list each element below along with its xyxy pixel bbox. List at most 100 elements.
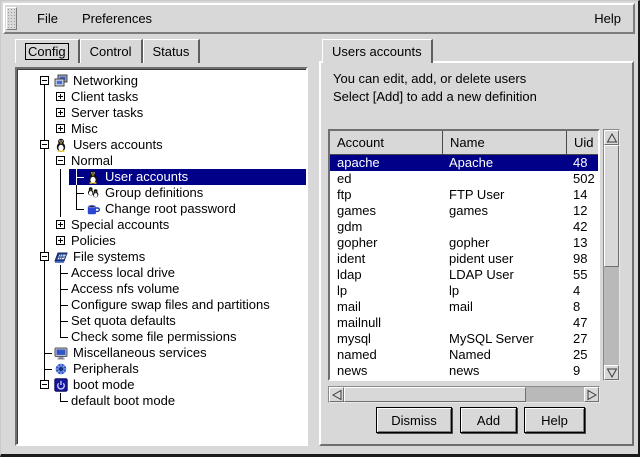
cell-uid: 48	[566, 155, 598, 171]
cell-account: named	[330, 347, 442, 363]
vertical-scrollbar[interactable]	[603, 129, 620, 381]
tab-control-label: Control	[90, 44, 132, 59]
tab-control[interactable]: Control	[80, 39, 143, 63]
tree-item[interactable]: default boot mode	[17, 393, 306, 409]
expand-icon[interactable]	[53, 89, 69, 105]
tab-status[interactable]: Status	[143, 39, 201, 63]
tree-item-label: Policies	[69, 233, 116, 249]
cell-uid: 502	[566, 171, 598, 187]
scroll-right-button[interactable]	[584, 387, 599, 402]
expand-icon[interactable]	[53, 121, 69, 137]
tree-item[interactable]: Change root password	[17, 201, 306, 217]
help-button[interactable]: Help	[524, 407, 585, 433]
branch-connector	[53, 313, 69, 329]
tree-item-label: Configure swap files and partitions	[69, 297, 270, 313]
menu-grip-handle[interactable]	[6, 7, 17, 30]
horizontal-scrollbar-thumb[interactable]	[344, 387, 526, 402]
cell-name: gopher	[442, 235, 566, 251]
cell-account: ident	[330, 251, 442, 267]
tree-item[interactable]: Peripherals	[17, 361, 306, 377]
tree-item-label: boot mode	[71, 377, 134, 393]
arrow-right-icon	[586, 389, 598, 401]
tree-item[interactable]: Configure swap files and partitions	[17, 297, 306, 313]
branch-connector	[53, 297, 69, 313]
tree-item[interactable]: boot mode	[17, 377, 306, 393]
expand-icon[interactable]	[53, 217, 69, 233]
cell-uid: 12	[566, 203, 598, 219]
collapse-icon[interactable]	[53, 153, 69, 169]
scroll-down-button[interactable]	[604, 365, 619, 380]
table-row[interactable]: namedNamed25	[330, 347, 598, 363]
table-row[interactable]: gophergopher13	[330, 235, 598, 251]
tree-item-label: Access nfs volume	[69, 281, 179, 297]
add-button[interactable]: Add	[460, 407, 517, 433]
collapse-icon[interactable]	[37, 377, 53, 393]
tree-item[interactable]: Special accounts	[17, 217, 306, 233]
table-row[interactable]: apacheApache48	[330, 155, 598, 171]
table-row[interactable]: mailnull47	[330, 315, 598, 331]
tree-guide	[37, 217, 53, 233]
tree-item[interactable]: Policies	[17, 233, 306, 249]
tree-guide	[53, 201, 69, 217]
mug-icon	[85, 202, 101, 216]
cell-name	[442, 315, 566, 331]
tree-item[interactable]: Access local drive	[17, 265, 306, 281]
horizontal-scrollbar[interactable]	[328, 386, 600, 403]
table-row[interactable]: ed502	[330, 171, 598, 187]
cell-name: MySQL Server	[442, 331, 566, 347]
column-header-uid[interactable]: Uid	[566, 131, 598, 154]
accounts-table-header: Account Name Uid	[330, 131, 598, 155]
expand-icon[interactable]	[53, 105, 69, 121]
expand-icon[interactable]	[53, 233, 69, 249]
tree-item[interactable]: Networking	[17, 73, 306, 89]
scroll-left-button[interactable]	[329, 387, 344, 402]
cell-account: gopher	[330, 235, 442, 251]
vertical-scrollbar-thumb[interactable]	[604, 145, 619, 267]
tree-item[interactable]: User accounts	[17, 169, 306, 185]
tree-item[interactable]: File systems	[17, 249, 306, 265]
table-row[interactable]: newsnews9	[330, 363, 598, 379]
column-header-name[interactable]: Name	[442, 131, 566, 154]
menu-preferences[interactable]: Preferences	[70, 9, 164, 28]
tree-item[interactable]: Set quota defaults	[17, 313, 306, 329]
table-row[interactable]: ldapLDAP User55	[330, 267, 598, 283]
table-row[interactable]: mysqlMySQL Server27	[330, 331, 598, 347]
collapse-icon[interactable]	[37, 137, 53, 153]
column-header-account[interactable]: Account	[330, 131, 442, 154]
collapse-icon[interactable]	[37, 73, 53, 89]
cell-uid: 13	[566, 235, 598, 251]
tab-config[interactable]: Config	[15, 39, 80, 63]
tree-item[interactable]: Client tasks	[17, 89, 306, 105]
tree-item[interactable]: Misc	[17, 121, 306, 137]
table-row[interactable]: gdm42	[330, 219, 598, 235]
tab-users-accounts-label: Users accounts	[332, 44, 422, 59]
cell-uid: 8	[566, 299, 598, 315]
table-row[interactable]: gamesgames12	[330, 203, 598, 219]
table-row[interactable]: identpident user98	[330, 251, 598, 267]
table-row[interactable]: mailmail8	[330, 299, 598, 315]
tab-users-accounts[interactable]: Users accounts	[322, 39, 433, 63]
tree-item[interactable]: Normal	[17, 153, 306, 169]
menu-file[interactable]: File	[25, 9, 70, 28]
menu-bar: File Preferences Help	[3, 3, 635, 34]
table-row[interactable]: lplp4	[330, 283, 598, 299]
dismiss-button[interactable]: Dismiss	[376, 407, 452, 433]
tree-item[interactable]: Check some file permissions	[17, 329, 306, 345]
tree-guide	[37, 185, 53, 201]
tree-item[interactable]: Server tasks	[17, 105, 306, 121]
branch-connector	[37, 345, 53, 361]
branch-connector	[53, 393, 69, 409]
cell-uid: 55	[566, 267, 598, 283]
table-row[interactable]: ftpFTP User14	[330, 187, 598, 203]
tree-guide	[37, 89, 53, 105]
tree-item[interactable]: Access nfs volume	[17, 281, 306, 297]
menu-help[interactable]: Help	[582, 9, 633, 28]
tree-item[interactable]: Group definitions	[17, 185, 306, 201]
tree-item[interactable]: Users accounts	[17, 137, 306, 153]
tree-item-label: Client tasks	[69, 89, 138, 105]
collapse-icon[interactable]	[37, 249, 53, 265]
cell-uid: 98	[566, 251, 598, 267]
tree-item[interactable]: Miscellaneous services	[17, 345, 306, 361]
tree-item-label: default boot mode	[69, 393, 175, 409]
scroll-up-button[interactable]	[604, 130, 619, 145]
